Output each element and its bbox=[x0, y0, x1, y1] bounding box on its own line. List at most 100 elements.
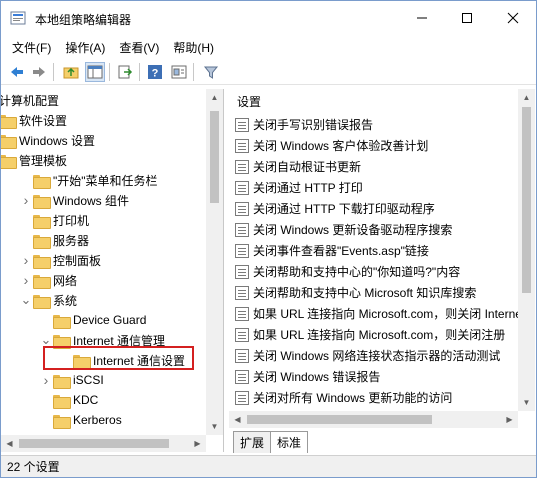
tree-vertical-scrollbar[interactable]: ▲ ▼ bbox=[206, 89, 223, 435]
settings-hscroll-thumb[interactable] bbox=[247, 415, 432, 424]
scroll-right-icon[interactable]: ▶ bbox=[189, 435, 206, 452]
scroll-up-icon[interactable]: ▲ bbox=[206, 89, 223, 106]
menu-file[interactable]: 文件(F) bbox=[5, 39, 58, 56]
filter-button[interactable] bbox=[201, 62, 221, 82]
settings-scroll-right-icon[interactable]: ▶ bbox=[501, 411, 518, 428]
tree-item-label: KDC bbox=[73, 393, 99, 407]
policy-setting-icon bbox=[235, 138, 249, 153]
setting-label: 关闭对所有 Windows 更新功能的访问 bbox=[253, 391, 453, 405]
selection-highlight bbox=[43, 346, 194, 370]
setting-row[interactable]: 关闭通过 HTTP 打印 bbox=[235, 177, 363, 198]
forward-button[interactable] bbox=[29, 62, 49, 82]
setting-row[interactable]: 关闭对所有 Windows 更新功能的访问 bbox=[235, 387, 452, 408]
setting-label: 关闭事件查看器"Events.asp"链接 bbox=[253, 244, 429, 258]
settings-vertical-scrollbar[interactable]: ▲ ▼ bbox=[518, 89, 535, 411]
close-button[interactable] bbox=[490, 1, 536, 35]
scroll-left-icon[interactable]: ◀ bbox=[1, 435, 18, 452]
folder-icon bbox=[33, 254, 51, 269]
tree-item[interactable]: 计算机配置 bbox=[1, 90, 59, 110]
menu-view[interactable]: 查看(V) bbox=[112, 39, 166, 56]
tree-horizontal-scrollbar[interactable]: ◀ ▶ bbox=[1, 435, 206, 452]
settings-scroll-down-icon[interactable]: ▼ bbox=[518, 394, 535, 411]
menu-action[interactable]: 操作(A) bbox=[58, 39, 112, 56]
minimize-button[interactable] bbox=[399, 1, 445, 35]
tree-item[interactable]: › 网络 bbox=[19, 270, 77, 290]
chevron-down-icon[interactable]: ⌄ bbox=[19, 292, 33, 307]
title-bar[interactable]: 本地组策略编辑器 bbox=[1, 1, 536, 37]
maximize-button[interactable] bbox=[444, 1, 490, 35]
tree-pane[interactable]: 计算机配置软件设置 Windows 设置 管理模板 "开始"菜单和任务栏 › Window… bbox=[1, 89, 224, 452]
tree-item-label: 服务器 bbox=[53, 233, 90, 248]
export-list-icon bbox=[118, 65, 133, 79]
policy-setting-icon bbox=[235, 180, 249, 195]
setting-row[interactable]: 关闭通过 HTTP 下载打印驱动程序 bbox=[235, 198, 435, 219]
show-hide-tree-button[interactable] bbox=[85, 62, 105, 82]
tree-item-label: 计算机配置 bbox=[1, 93, 60, 108]
menu-bar: 文件(F) 操作(A) 查看(V) 帮助(H) bbox=[1, 37, 536, 57]
menu-help[interactable]: 帮助(H) bbox=[166, 39, 221, 56]
policy-setting-icon bbox=[235, 306, 249, 321]
tab-extended[interactable]: 扩展 bbox=[233, 431, 272, 453]
setting-row[interactable]: 如果 URL 连接指向 Microsoft.com，则关闭注册 bbox=[235, 324, 505, 345]
chevron-right-icon[interactable]: › bbox=[19, 192, 33, 208]
tree-item[interactable]: Windows 设置 bbox=[1, 130, 95, 150]
settings-scroll-left-icon[interactable]: ◀ bbox=[229, 411, 246, 428]
up-level-button[interactable] bbox=[61, 62, 81, 82]
folder-icon bbox=[33, 194, 51, 209]
gpedit-window: 本地组策略编辑器 文件(F) 操作(A) 查看(V) 帮助(H) ? 计算机配置… bbox=[0, 0, 537, 478]
tree-item[interactable]: › Windows 组件 bbox=[19, 190, 129, 210]
maximize-icon bbox=[462, 13, 472, 23]
tree-item[interactable]: ⌄ 系统 bbox=[19, 290, 77, 310]
setting-row[interactable]: 关闭事件查看器"Events.asp"链接 bbox=[235, 240, 429, 261]
setting-row[interactable]: 如果 URL 连接指向 Microsoft.com，则关闭 Internet bbox=[235, 303, 525, 324]
tree-item[interactable]: Kerberos bbox=[39, 410, 122, 430]
tree-item[interactable]: › 控制面板 bbox=[19, 250, 101, 270]
tree-hscroll-thumb[interactable] bbox=[19, 439, 169, 448]
folder-icon bbox=[1, 154, 17, 169]
tree-item[interactable]: 管理模板 bbox=[1, 150, 67, 170]
scroll-down-icon[interactable]: ▼ bbox=[206, 418, 223, 435]
setting-label: 关闭 Windows 错误报告 bbox=[253, 370, 381, 384]
setting-row[interactable]: 关闭 Windows 更新设备驱动程序搜索 bbox=[235, 219, 452, 240]
tree-item[interactable]: 软件设置 bbox=[1, 110, 67, 130]
expander-placeholder bbox=[19, 213, 33, 227]
tree-item[interactable]: 打印机 bbox=[19, 210, 89, 230]
export-list-button[interactable] bbox=[115, 62, 135, 82]
setting-row[interactable]: 关闭手写识别错误报告 bbox=[235, 114, 373, 135]
tree-item[interactable]: › iSCSI bbox=[39, 370, 104, 390]
setting-row[interactable]: 关闭帮助和支持中心 Microsoft 知识库搜索 bbox=[235, 282, 476, 303]
tree-item[interactable]: "开始"菜单和任务栏 bbox=[19, 170, 158, 190]
policy-setting-icon bbox=[235, 264, 249, 279]
tree-scroll-thumb[interactable] bbox=[210, 111, 219, 203]
help-button[interactable]: ? bbox=[145, 62, 165, 82]
tree-item-label: 软件设置 bbox=[19, 113, 68, 128]
policy-setting-icon bbox=[235, 117, 249, 132]
chevron-right-icon[interactable]: › bbox=[19, 272, 33, 288]
setting-row[interactable]: 关闭 Windows 错误报告 bbox=[235, 366, 380, 387]
folder-icon bbox=[33, 214, 51, 229]
back-button[interactable] bbox=[7, 62, 27, 82]
policy-setting-icon bbox=[235, 243, 249, 258]
setting-row[interactable]: 关闭 Windows 客户体验改善计划 bbox=[235, 135, 428, 156]
setting-row[interactable]: 关闭自动根证书更新 bbox=[235, 156, 361, 177]
properties-button[interactable] bbox=[169, 62, 189, 82]
settings-scroll-thumb[interactable] bbox=[522, 107, 531, 293]
setting-row[interactable]: 关闭帮助和支持中心的"你知道吗?"内容 bbox=[235, 261, 460, 282]
chevron-right-icon[interactable]: › bbox=[19, 252, 33, 268]
tab-standard[interactable]: 标准 bbox=[270, 431, 309, 453]
setting-row[interactable]: 关闭 Windows 网络连接状态指示器的活动测试 bbox=[235, 345, 500, 366]
tree-item-label: Windows 组件 bbox=[53, 193, 130, 208]
toolbar: ? bbox=[1, 59, 536, 85]
settings-column-header[interactable]: 设置 bbox=[237, 93, 261, 110]
chevron-down-icon[interactable]: ⌄ bbox=[39, 332, 53, 347]
tree-item[interactable]: Device Guard bbox=[39, 310, 146, 330]
settings-horizontal-scrollbar[interactable]: ◀ ▶ bbox=[229, 411, 518, 428]
tree-item[interactable]: KDC bbox=[39, 390, 98, 410]
settings-pane[interactable]: 设置 关闭手写识别错误报告 关闭 Windows 客户体验改善计划 关闭自动根证书更… bbox=[229, 89, 536, 429]
settings-scroll-up-icon[interactable]: ▲ bbox=[518, 89, 535, 106]
tree-item-label: 系统 bbox=[53, 293, 78, 308]
tree-item-label: Kerberos bbox=[73, 413, 122, 427]
tree-item[interactable]: 服务器 bbox=[19, 230, 89, 250]
chevron-right-icon[interactable]: › bbox=[39, 372, 53, 388]
close-icon bbox=[507, 12, 519, 24]
